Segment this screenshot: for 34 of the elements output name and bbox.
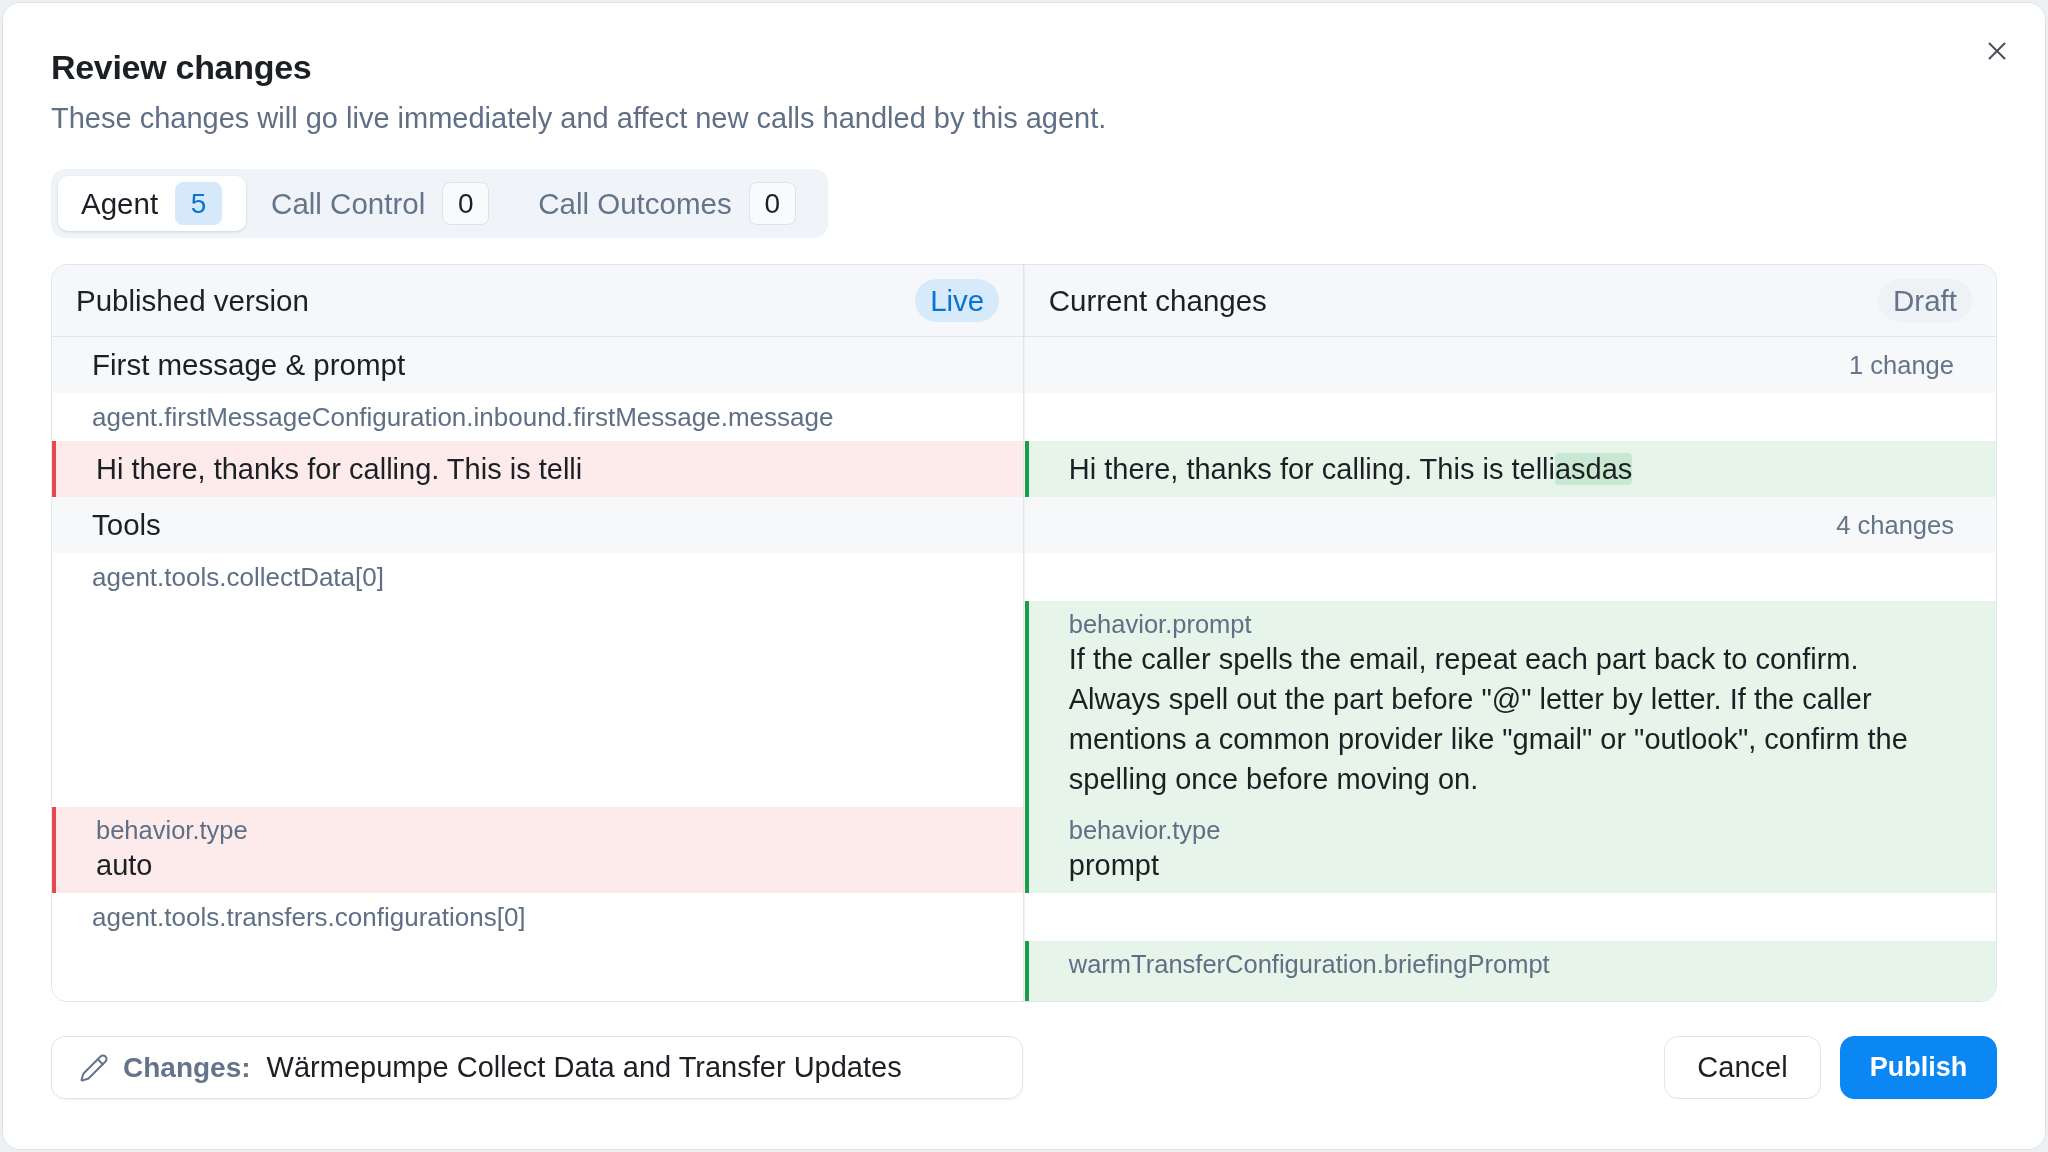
field-value: If the caller spells the email, repeat each part back to confirm. Always spell out the part before "@" letter by letter. If the caller mentions a common provider like "gmail" or "outlook", confirm the spelling once before moving on. <box>1068 642 1909 797</box>
status-badge: Draft <box>1878 279 1972 322</box>
status-badge: Live <box>915 279 1000 322</box>
field-value: Wärmepumpe Collect Data and Transfer Updates <box>266 1051 902 1084</box>
field-value: auto <box>96 848 154 883</box>
field-name: behavior.type <box>1068 815 1222 845</box>
config-path: agent.tools.transfers.configurations[0] <box>92 901 526 933</box>
tab[interactable]: Call Outcomes 0 <box>515 176 820 231</box>
count-badge: 5 <box>175 182 223 225</box>
field-label: Changes: <box>123 1051 251 1084</box>
field-name: behavior.type <box>96 815 249 845</box>
column-title: Current changes <box>1048 283 1267 318</box>
dialog-subtitle: These changes will go live immediately and affect new calls handled by this agent. <box>51 101 1107 136</box>
config-path: agent.tools.collectData[0] <box>92 561 384 593</box>
dialog-title: Review changes <box>51 47 313 88</box>
column-title: Published version <box>76 283 309 318</box>
change-count: 1 change <box>1849 350 1954 380</box>
field-value: prompt <box>1068 848 1160 883</box>
publish-button[interactable]: Publish <box>1840 1036 1997 1099</box>
count-badge: 0 <box>748 182 796 225</box>
field-name: behavior.prompt <box>1068 609 1253 639</box>
tab[interactable]: Call Control 0 <box>248 176 514 231</box>
section-title: First message & prompt <box>92 348 406 382</box>
tab[interactable]: Agent 5 <box>58 176 247 231</box>
pencil-icon <box>79 1052 109 1083</box>
field-value: Hi there, thanks for calling. This is telliasdas <box>1068 452 1634 487</box>
changes-field[interactable]: Changes: Wärmepumpe Collect Data and Transfer Updates <box>51 1036 1023 1099</box>
cancel-button[interactable]: Cancel <box>1664 1036 1821 1099</box>
field-value: Hi there, thanks for calling. This is telli <box>96 452 584 487</box>
config-path: agent.firstMessageConfiguration.inbound.firstMessage.message <box>92 401 834 433</box>
count-badge: 0 <box>442 182 490 225</box>
field-name: warmTransferConfiguration.briefingPrompt <box>1068 949 1551 979</box>
section-title: Tools <box>92 508 161 542</box>
change-count: 4 changes <box>1836 510 1954 540</box>
